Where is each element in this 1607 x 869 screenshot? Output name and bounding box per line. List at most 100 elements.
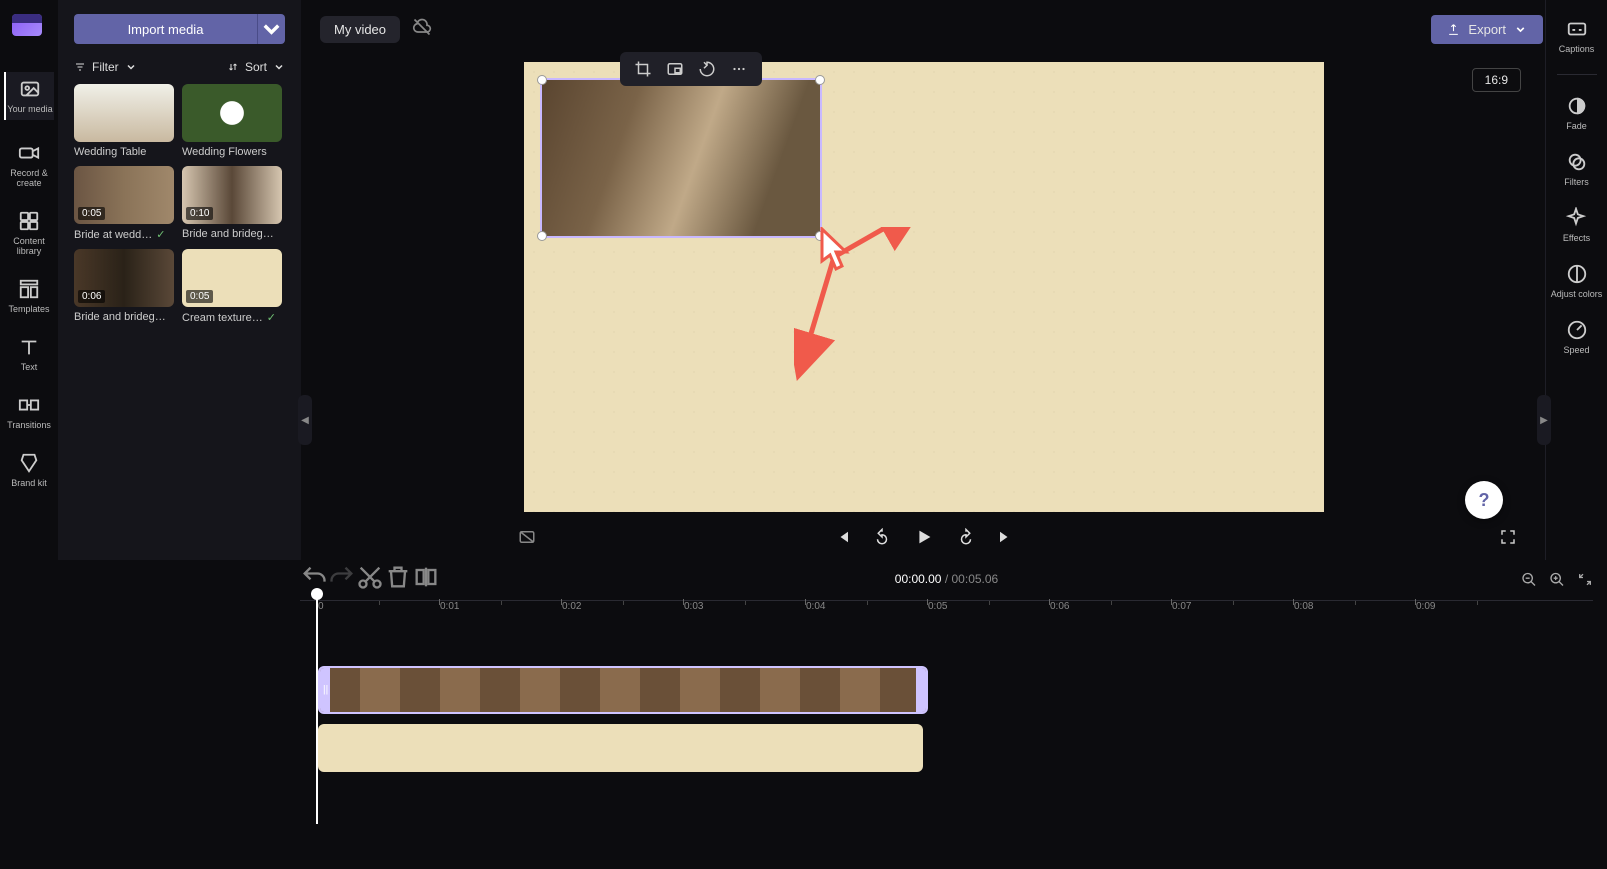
clip-handle-right[interactable]: || (918, 685, 923, 696)
chevron-down-icon (1514, 23, 1527, 36)
ruler-subtick (623, 601, 624, 605)
filters-button[interactable]: Filters (1564, 151, 1589, 187)
aspect-ratio-button[interactable]: 16:9 (1472, 68, 1521, 92)
project-title[interactable]: My video (320, 16, 400, 43)
nav-templates[interactable]: Templates (4, 278, 54, 314)
media-item[interactable]: Wedding Table (74, 84, 174, 158)
media-item[interactable]: 0:05 Cream texture… (182, 249, 282, 324)
camera-icon (18, 142, 40, 164)
media-thumbnail: 0:10 (182, 166, 282, 224)
brand-icon (18, 452, 40, 474)
ruler-tick: 0:02 (562, 601, 581, 612)
ruler-tick: 0:01 (440, 601, 459, 612)
library-icon (18, 210, 40, 232)
media-caption: Wedding Flowers (182, 146, 282, 158)
ruler-tick: 0 (318, 601, 324, 612)
text-icon (18, 336, 40, 358)
nav-label: Templates (8, 304, 49, 314)
captions-label: Captions (1559, 44, 1595, 54)
rr-label: Filters (1564, 177, 1589, 187)
media-thumbnail: 0:05 (182, 249, 282, 307)
divider (1557, 74, 1597, 75)
selected-clip-overlay[interactable] (540, 78, 822, 238)
cloud-sync-off-icon[interactable] (412, 17, 432, 42)
redo-icon[interactable] (328, 563, 356, 596)
crop-icon[interactable] (634, 60, 652, 78)
export-label: Export (1468, 22, 1506, 37)
pip-icon[interactable] (666, 60, 684, 78)
export-button[interactable]: Export (1431, 15, 1543, 44)
floating-toolbar (620, 52, 762, 86)
more-icon[interactable] (730, 60, 748, 78)
clipchamp-logo[interactable] (12, 14, 42, 36)
captions-icon (1566, 18, 1588, 40)
nav-label: Text (21, 362, 38, 372)
rotate-icon[interactable] (698, 60, 716, 78)
filter-button[interactable]: Filter (74, 60, 137, 74)
delete-icon[interactable] (384, 563, 412, 596)
captions-button[interactable]: Captions (1559, 18, 1595, 54)
duration-badge: 0:06 (78, 290, 105, 303)
duration-badge: 0:10 (186, 207, 213, 220)
rr-label: Fade (1566, 121, 1587, 131)
upload-icon (1447, 23, 1460, 36)
ruler-subtick (501, 601, 502, 605)
import-label: Import media (74, 14, 257, 44)
media-thumbnail (182, 84, 282, 142)
resize-handle-tr[interactable] (815, 75, 825, 85)
media-caption: Cream texture… (182, 311, 282, 324)
media-item[interactable]: 0:05 Bride at wedd… (74, 166, 174, 241)
nav-content-library[interactable]: Content library (4, 210, 54, 256)
canvas-area: 16:9 (320, 60, 1527, 520)
templates-icon (18, 278, 40, 300)
sort-label: Sort (245, 60, 267, 74)
media-caption: Wedding Table (74, 146, 174, 158)
nav-label: Your media (7, 104, 52, 114)
media-thumbnail: 0:06 (74, 249, 174, 307)
effects-icon (1565, 207, 1587, 229)
split-icon[interactable] (412, 563, 440, 596)
ruler-tick: 0:03 (684, 601, 703, 612)
sort-button[interactable]: Sort (227, 60, 285, 74)
nav-record[interactable]: Record & create (4, 142, 54, 188)
collapse-panel-handle[interactable]: ◀ (298, 395, 312, 445)
import-media-button[interactable]: Import media (74, 14, 285, 44)
nav-label: Record & create (4, 168, 54, 188)
media-caption: Bride and brideg… (74, 311, 174, 323)
import-dropdown[interactable] (257, 14, 285, 44)
media-thumbnail (74, 84, 174, 142)
safe-zone-icon[interactable] (518, 528, 536, 551)
background-track-clip[interactable] (318, 724, 923, 772)
nav-rail: Your media Record & create Content libra… (0, 58, 58, 869)
cut-icon[interactable] (356, 563, 384, 596)
fade-button[interactable]: Fade (1566, 95, 1588, 131)
media-item[interactable]: 0:10Bride and brideg… (182, 166, 282, 241)
preview-canvas[interactable] (524, 62, 1324, 512)
nav-your-media[interactable]: Your media (4, 72, 54, 120)
media-thumbnail: 0:05 (74, 166, 174, 224)
nav-brand-kit[interactable]: Brand kit (4, 452, 54, 488)
media-icon (19, 78, 41, 100)
duration-badge: 0:05 (186, 290, 213, 303)
filter-label: Filter (92, 60, 119, 74)
clip-handle-left[interactable]: || (323, 685, 328, 696)
nav-transitions[interactable]: Transitions (4, 394, 54, 430)
top-bar: My video Export (320, 14, 1543, 44)
filters-icon (1566, 151, 1588, 173)
media-caption: Bride at wedd… (74, 228, 174, 241)
media-item[interactable]: 0:06 Bride and brideg… (74, 249, 174, 324)
fade-icon (1566, 95, 1588, 117)
nav-label: Content library (4, 236, 54, 256)
playhead[interactable] (316, 594, 318, 824)
nav-label: Transitions (7, 420, 51, 430)
resize-annotation-icon (794, 227, 1594, 677)
ruler-subtick (379, 601, 380, 605)
transitions-icon (18, 394, 40, 416)
resize-handle-bl[interactable] (537, 231, 547, 241)
nav-text[interactable]: Text (4, 336, 54, 372)
media-grid: Wedding Table Wedding Flowers 0:05 Bride at… (74, 84, 285, 324)
resize-handle-tl[interactable] (537, 75, 547, 85)
duration-badge: 0:05 (78, 207, 105, 220)
media-item[interactable]: Wedding Flowers (182, 84, 282, 158)
nav-label: Brand kit (11, 478, 47, 488)
